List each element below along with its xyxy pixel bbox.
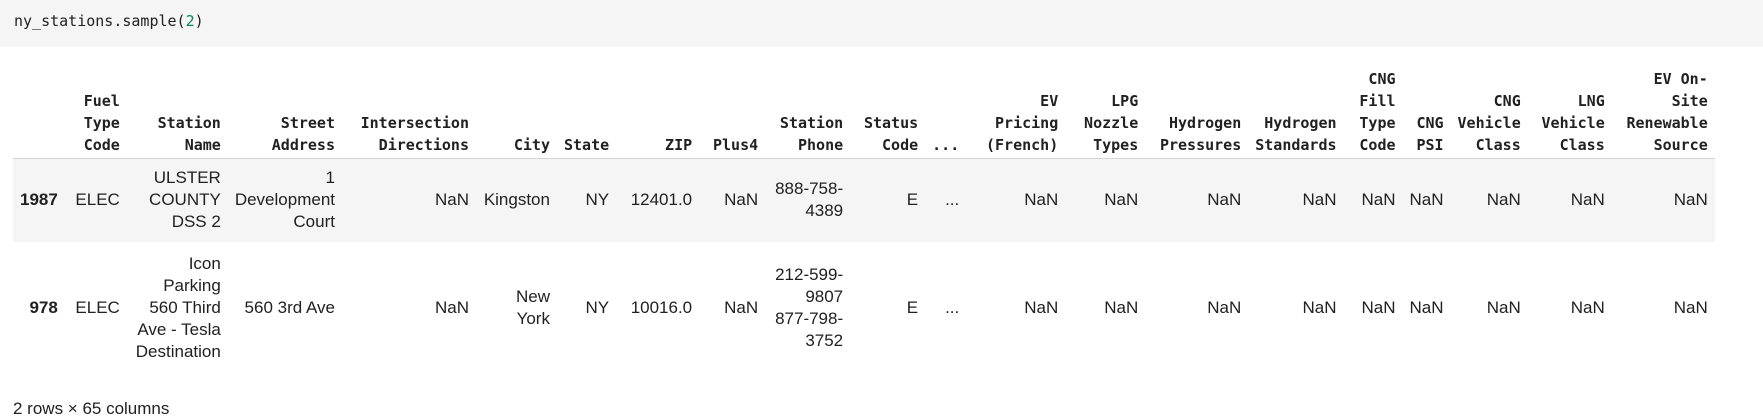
- table-cell: E: [906, 190, 919, 210]
- column-header: City: [475, 67, 557, 159]
- dataframe-shape-footer: 2 rows × 65 columns: [13, 399, 170, 418]
- table-cell: New York: [515, 287, 550, 328]
- table-cell: Kingston: [483, 190, 550, 210]
- table-cell: 10016.0: [630, 298, 693, 317]
- table-cell: 1 Development Court: [234, 168, 335, 232]
- table-cell: NaN: [1207, 190, 1242, 210]
- table-cell: NaN: [1207, 298, 1242, 317]
- table-cell: NaN: [1361, 298, 1396, 317]
- table-cell: NaN: [434, 298, 469, 317]
- table-cell: NaN: [1104, 298, 1139, 317]
- column-header: State: [556, 67, 617, 159]
- header-row: Fuel Type Code Station Name Street Addre…: [13, 67, 1715, 159]
- column-header: CNG Vehicle Class: [1450, 67, 1528, 159]
- dataframe-table: Fuel Type Code Station Name Street Addre…: [13, 67, 1715, 374]
- code-cell-input[interactable]: ny_stations.sample(2): [0, 0, 1763, 47]
- table-cell: NaN: [1302, 298, 1337, 317]
- column-header: ...: [925, 67, 967, 159]
- column-header: Fuel Type Code: [64, 67, 127, 159]
- table-cell: NaN: [1409, 298, 1444, 317]
- table-row: 1987 ELEC ULSTER COUNTY DSS 2 1 Developm…: [13, 158, 1715, 242]
- column-header: Street Address: [227, 67, 342, 159]
- table-cell: ULSTER COUNTY DSS 2: [149, 168, 221, 232]
- table-cell: NaN: [1673, 298, 1708, 317]
- table-cell: NaN: [434, 190, 469, 210]
- row-index: 1987: [20, 190, 58, 210]
- table-cell: NY: [585, 298, 610, 317]
- column-header: Plus4: [699, 67, 766, 159]
- table-cell: NaN: [724, 298, 759, 317]
- table-cell: NaN: [1104, 190, 1139, 210]
- table-cell: ...: [945, 190, 960, 210]
- column-header: CNG Fill Type Code: [1343, 67, 1403, 159]
- column-header: LPG Nozzle Types: [1065, 67, 1146, 159]
- table-cell: NaN: [1673, 190, 1708, 210]
- column-header: Station Name: [126, 67, 228, 159]
- column-header: Station Phone: [765, 67, 851, 159]
- column-header: LNG Vehicle Class: [1527, 67, 1612, 159]
- column-header: Intersection Directions: [341, 67, 476, 159]
- code-argument: 2: [185, 12, 195, 30]
- table-cell: NaN: [1024, 190, 1059, 210]
- table-cell: 888-758-4389: [775, 179, 844, 221]
- table-cell: 212-599-9807 877-798-3752: [775, 265, 844, 350]
- table-cell: E: [906, 298, 919, 317]
- column-header: EV Pricing (French): [966, 67, 1066, 159]
- index-header: [13, 67, 65, 159]
- column-header: Hydrogen Standards: [1248, 67, 1344, 159]
- table-cell: NY: [585, 190, 610, 210]
- code-call: ny_stations.sample(: [14, 12, 186, 30]
- column-header: Hydrogen Pressures: [1145, 67, 1249, 159]
- row-index: 978: [29, 298, 58, 317]
- table-cell: ELEC: [75, 298, 120, 317]
- table-cell: NaN: [724, 190, 759, 210]
- code-close-paren: ): [194, 12, 204, 30]
- table-cell: 560 3rd Ave: [244, 298, 335, 317]
- column-header: CNG PSI: [1402, 67, 1451, 159]
- table-cell: Icon Parking 560 Third Ave - Tesla Desti…: [135, 254, 221, 361]
- table-cell: 12401.0: [630, 190, 693, 210]
- table-cell: NaN: [1024, 298, 1059, 317]
- table-cell: NaN: [1570, 190, 1605, 210]
- table-cell: NaN: [1302, 190, 1337, 210]
- table-row: 978 ELEC Icon Parking 560 Third Ave - Te…: [13, 242, 1715, 374]
- table-cell: ...: [945, 298, 960, 317]
- table-cell: ELEC: [75, 190, 120, 210]
- column-header: ZIP: [616, 67, 700, 159]
- table-cell: NaN: [1486, 298, 1521, 317]
- column-header: EV On-Site Renewable Source: [1611, 67, 1715, 159]
- table-cell: NaN: [1409, 190, 1444, 210]
- table-cell: NaN: [1486, 190, 1521, 210]
- column-header: Status Code: [850, 67, 926, 159]
- code-text[interactable]: ny_stations.sample(2): [14, 12, 204, 30]
- table-cell: NaN: [1570, 298, 1605, 317]
- table-cell: NaN: [1361, 190, 1396, 210]
- dataframe-output: Fuel Type Code Station Name Street Addre…: [13, 67, 1715, 374]
